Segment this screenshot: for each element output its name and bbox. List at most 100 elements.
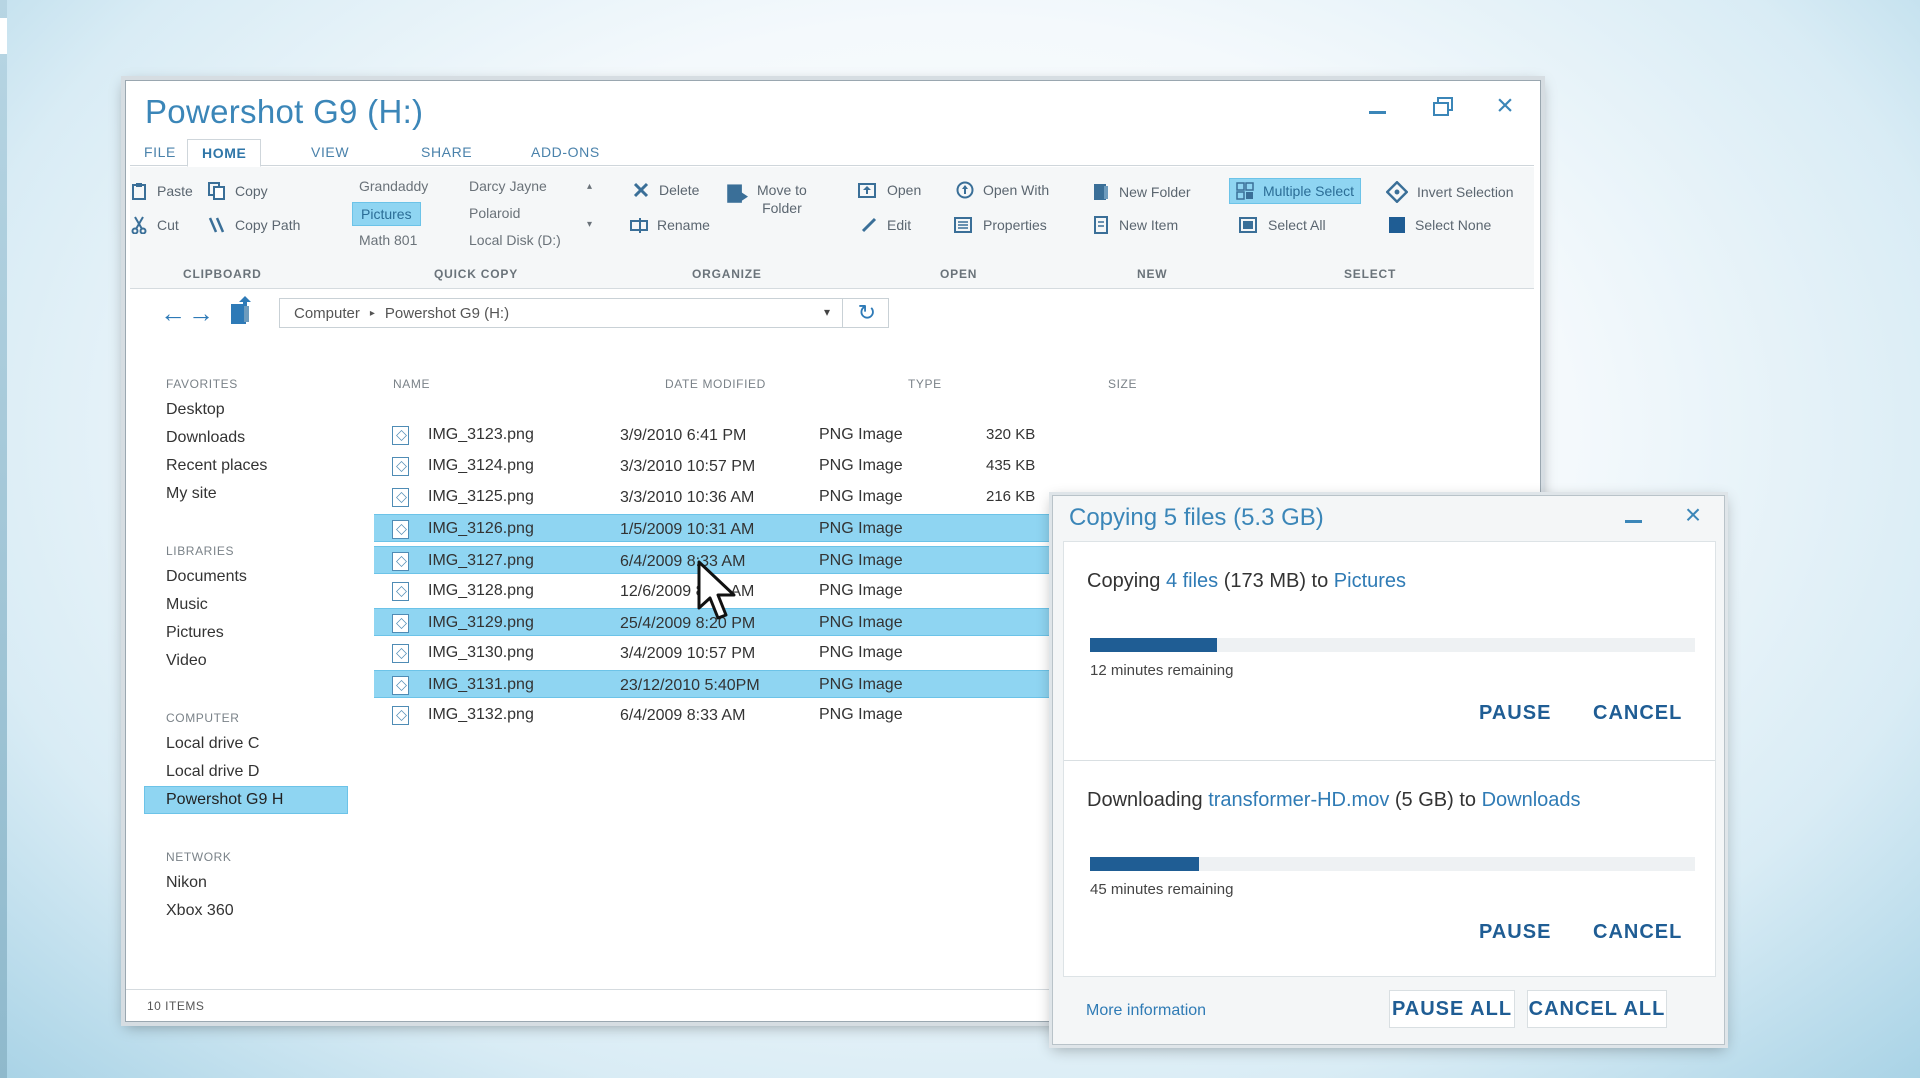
column-header-name[interactable]: NAME <box>393 377 430 391</box>
sidebar-item-documents[interactable]: Documents <box>166 568 247 586</box>
more-information-link[interactable]: More information <box>1086 1002 1206 1020</box>
address-bar[interactable]: Computer ▸ Powershot G9 (H:) ▾ ↻ <box>279 298 889 328</box>
sidebar-item-pictures[interactable]: Pictures <box>166 624 224 642</box>
sidebar-item-music[interactable]: Music <box>166 596 208 614</box>
rename-button[interactable]: Rename <box>630 216 710 234</box>
multiple-select-button[interactable]: Multiple Select <box>1229 178 1362 204</box>
quick-copy-pictures[interactable]: Pictures <box>352 202 421 226</box>
tab-home[interactable]: HOME <box>187 139 262 167</box>
image-file-icon <box>392 488 409 507</box>
file-row[interactable]: IMG_3125.png 3/3/2010 10:36 AM PNG Image 21… <box>374 483 1062 511</box>
tab-add-ons[interactable]: ADD-ONS <box>517 139 614 166</box>
copy-path-button[interactable]: Copy Path <box>208 216 300 234</box>
sidebar-item-local-drive-d[interactable]: Local drive D <box>166 763 259 781</box>
edit-button[interactable]: Edit <box>860 216 911 234</box>
up-folder-button[interactable] <box>230 296 252 333</box>
copy-task-destination-link[interactable]: Pictures <box>1334 570 1406 592</box>
paste-button[interactable]: Paste <box>130 182 193 200</box>
minimize-button[interactable] <box>1364 91 1390 121</box>
minimize-icon <box>1368 110 1386 114</box>
quick-copy-scroll-up-icon[interactable]: ▴ <box>587 181 592 192</box>
select-none-button[interactable]: Select None <box>1388 216 1491 234</box>
breadcrumb-computer[interactable]: Computer <box>294 305 360 322</box>
properties-button[interactable]: Properties <box>952 216 1047 234</box>
back-button[interactable]: ← <box>160 298 186 329</box>
tab-file[interactable]: FILE <box>130 139 190 166</box>
file-name: IMG_3130.png <box>428 644 534 661</box>
open-with-button[interactable]: Open With <box>956 181 1049 199</box>
file-name: IMG_3127.png <box>428 552 534 569</box>
move-to-folder-button[interactable]: Move to Folder <box>726 181 807 217</box>
dialog-minimize-button[interactable] <box>1620 500 1646 530</box>
pause-all-button[interactable]: PAUSE ALL <box>1389 990 1515 1028</box>
dialog-close-button[interactable]: × <box>1680 499 1706 530</box>
file-row[interactable]: IMG_3132.png 6/4/2009 8:33 AM PNG Image <box>374 701 1062 729</box>
sidebar-heading-computer: COMPUTER <box>166 711 240 725</box>
sidebar-item-nikon[interactable]: Nikon <box>166 874 207 892</box>
quick-copy-local-disk-d[interactable]: Local Disk (D:) <box>469 232 561 248</box>
breadcrumb-separator-icon: ▸ <box>369 307 375 319</box>
copy-task: Copying 4 files (173 MB) to Pictures 12 … <box>1064 542 1715 760</box>
refresh-icon[interactable]: ↻ <box>858 300 876 326</box>
new-folder-label: New Folder <box>1119 184 1191 200</box>
tab-view[interactable]: VIEW <box>297 139 363 166</box>
column-header-size[interactable]: SIZE <box>1108 377 1137 391</box>
file-row[interactable]: IMG_3131.png 23/12/2010 5:40PM PNG Image <box>374 670 1062 698</box>
restore-icon <box>1433 96 1453 116</box>
delete-button[interactable]: Delete <box>632 181 699 199</box>
image-file-icon <box>392 426 409 445</box>
download-cancel-button[interactable]: CANCEL <box>1593 921 1682 944</box>
sidebar-item-my-site[interactable]: My site <box>166 485 217 503</box>
download-task-destination-link[interactable]: Downloads <box>1482 789 1581 811</box>
invert-selection-button[interactable]: Invert Selection <box>1386 181 1514 203</box>
select-all-button[interactable]: Select All <box>1237 216 1326 234</box>
new-item-button[interactable]: New Item <box>1092 216 1178 234</box>
rename-label: Rename <box>657 217 710 233</box>
quick-copy-grandaddy[interactable]: Grandaddy <box>359 178 428 194</box>
close-button[interactable]: × <box>1492 89 1518 122</box>
copy-pause-button[interactable]: PAUSE <box>1479 702 1551 725</box>
restore-button[interactable] <box>1428 91 1454 121</box>
file-type: PNG Image <box>819 582 903 599</box>
file-type: PNG Image <box>819 614 903 631</box>
tab-share[interactable]: SHARE <box>407 139 486 166</box>
sidebar-item-video[interactable]: Video <box>166 652 207 670</box>
cancel-all-button[interactable]: CANCEL ALL <box>1527 990 1667 1028</box>
download-time-remaining: 45 minutes remaining <box>1090 881 1234 898</box>
new-folder-button[interactable]: New Folder <box>1092 181 1191 203</box>
quick-copy-scroll-down-icon[interactable]: ▾ <box>587 219 592 230</box>
delete-label: Delete <box>659 182 700 198</box>
file-name: IMG_3129.png <box>428 614 534 631</box>
file-row[interactable]: IMG_3130.png 3/4/2009 10:57 PM PNG Image <box>374 639 1062 667</box>
copy-label: Copy <box>235 183 268 199</box>
sidebar-item-local-drive-c[interactable]: Local drive C <box>166 735 259 753</box>
download-task-file-link[interactable]: transformer-HD.mov <box>1208 789 1389 811</box>
copy-cancel-button[interactable]: CANCEL <box>1593 702 1682 725</box>
column-header-date-modified[interactable]: DATE MODIFIED <box>665 377 766 391</box>
quick-copy-polaroid[interactable]: Polaroid <box>469 205 520 221</box>
breadcrumb-powershot[interactable]: Powershot G9 (H:) <box>385 305 509 322</box>
address-dropdown-icon[interactable]: ▾ <box>824 305 830 319</box>
sidebar-item-recent-places[interactable]: Recent places <box>166 457 267 475</box>
quick-copy-darcy-jayne[interactable]: Darcy Jayne <box>469 178 547 194</box>
forward-button[interactable]: → <box>188 298 214 329</box>
file-row[interactable]: IMG_3123.png 3/9/2010 6:41 PM PNG Image 320… <box>374 421 1062 449</box>
desktop-left-edge <box>0 0 7 1078</box>
copy-task-files-link[interactable]: 4 files <box>1166 570 1218 592</box>
file-row[interactable]: IMG_3126.png 1/5/2009 10:31 AM PNG Image <box>374 514 1062 542</box>
sidebar-item-downloads[interactable]: Downloads <box>166 429 245 447</box>
quick-copy-math-801[interactable]: Math 801 <box>359 232 417 248</box>
file-name: IMG_3124.png <box>428 457 534 474</box>
copy-button[interactable]: Copy <box>208 182 268 200</box>
file-row[interactable]: IMG_3124.png 3/3/2010 10:57 PM PNG Image 43… <box>374 452 1062 480</box>
sidebar-item-desktop[interactable]: Desktop <box>166 401 225 419</box>
image-file-icon <box>392 676 409 695</box>
column-header-type[interactable]: TYPE <box>908 377 942 391</box>
new-group-label: NEW <box>1137 267 1168 281</box>
open-button[interactable]: Open <box>856 181 921 199</box>
download-pause-button[interactable]: PAUSE <box>1479 921 1551 944</box>
cut-button[interactable]: Cut <box>130 216 179 234</box>
copy-time-remaining: 12 minutes remaining <box>1090 662 1234 679</box>
sidebar-item-powershot-g9-h[interactable]: Powershot G9 H <box>144 786 348 814</box>
sidebar-item-xbox-360[interactable]: Xbox 360 <box>166 902 234 920</box>
